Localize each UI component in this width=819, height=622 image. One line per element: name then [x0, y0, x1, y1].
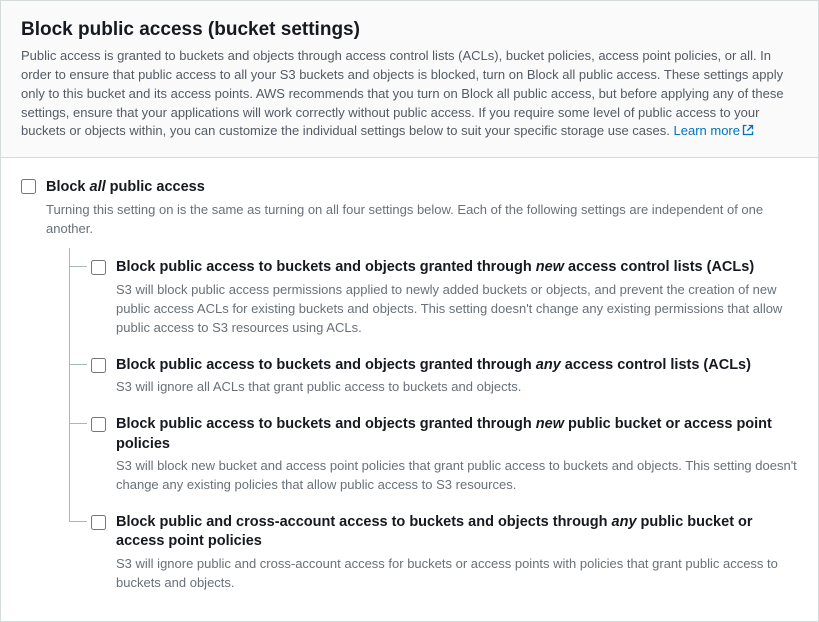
tree-connector-icon [69, 266, 87, 267]
tree-connector-icon [69, 423, 87, 424]
block-all-setting: Block all public access Turning this set… [21, 178, 798, 600]
block-any-acls-sub: S3 will ignore all ACLs that grant publi… [116, 378, 798, 397]
block-any-policies-checkbox[interactable] [91, 515, 106, 530]
external-link-icon [742, 123, 754, 135]
block-any-policies-sub: S3 will ignore public and cross-account … [116, 555, 798, 593]
panel-description-text: Public access is granted to buckets and … [21, 48, 784, 138]
block-new-acls-label: Block public access to buckets and objec… [116, 258, 798, 278]
child-setting-new-policies: Block public access to buckets and objec… [69, 405, 798, 503]
child-setting-new-acls: Block public access to buckets and objec… [69, 248, 798, 345]
block-all-label-prefix: Block [46, 179, 90, 195]
label-prefix: Block public access to buckets and objec… [116, 416, 536, 432]
block-new-policies-label: Block public access to buckets and objec… [116, 415, 798, 454]
child-checkbox-wrap [69, 356, 116, 376]
block-any-acls-label: Block public access to buckets and objec… [116, 356, 798, 376]
block-all-label-suffix: public access [106, 179, 205, 195]
child-setting-any-policies: Block public and cross-account access to… [69, 503, 798, 601]
tree-connector-icon [69, 364, 87, 365]
child-checkbox-wrap [69, 415, 116, 435]
block-new-acls-checkbox[interactable] [91, 260, 106, 275]
block-all-checkbox[interactable] [21, 179, 36, 194]
learn-more-label: Learn more [674, 123, 740, 138]
label-suffix: access control lists (ACLs) [561, 357, 751, 373]
label-em: any [536, 357, 561, 373]
block-all-content: Block all public access Turning this set… [46, 178, 798, 600]
tree-connector-icon [69, 521, 87, 522]
panel-header: Block public access (bucket settings) Pu… [1, 1, 818, 158]
block-any-acls-checkbox[interactable] [91, 358, 106, 373]
label-prefix: Block public access to buckets and objec… [116, 357, 536, 373]
child-content: Block public access to buckets and objec… [116, 415, 798, 495]
label-em: any [612, 514, 637, 530]
label-prefix: Block public access to buckets and objec… [116, 259, 536, 275]
block-all-sub: Turning this setting on is the same as t… [46, 201, 798, 239]
child-checkbox-wrap [69, 258, 116, 278]
child-setting-any-acls: Block public access to buckets and objec… [69, 346, 798, 405]
block-new-policies-sub: S3 will block new bucket and access poin… [116, 457, 798, 495]
block-new-policies-checkbox[interactable] [91, 417, 106, 432]
label-em: new [536, 259, 564, 275]
block-all-label: Block all public access [46, 178, 798, 198]
panel-description: Public access is granted to buckets and … [21, 47, 798, 141]
block-new-acls-sub: S3 will block public access permissions … [116, 281, 798, 338]
child-content: Block public and cross-account access to… [116, 513, 798, 593]
label-suffix: access control lists (ACLs) [564, 259, 754, 275]
child-checkbox-wrap [69, 513, 116, 533]
child-settings: Block public access to buckets and objec… [69, 248, 798, 600]
block-public-access-panel: Block public access (bucket settings) Pu… [0, 0, 819, 622]
child-content: Block public access to buckets and objec… [116, 356, 798, 397]
panel-title: Block public access (bucket settings) [21, 19, 798, 41]
label-em: new [536, 416, 564, 432]
panel-body: Block all public access Turning this set… [1, 158, 818, 620]
block-all-checkbox-wrap [21, 178, 46, 197]
block-any-policies-label: Block public and cross-account access to… [116, 513, 798, 552]
learn-more-link[interactable]: Learn more [674, 123, 754, 138]
child-content: Block public access to buckets and objec… [116, 258, 798, 337]
label-prefix: Block public and cross-account access to… [116, 514, 612, 530]
block-all-label-em: all [90, 179, 106, 195]
